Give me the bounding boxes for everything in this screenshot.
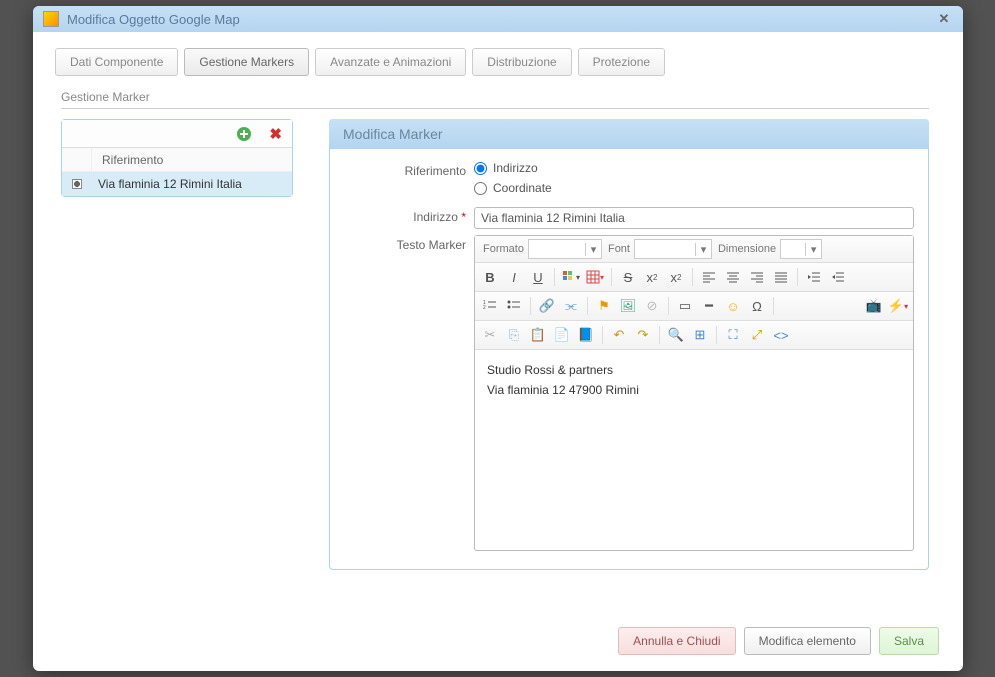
flash-icon[interactable]: ⚡▾ <box>887 295 909 317</box>
content-row: ✖ Riferimento Via flaminia 12 Rimini Ita… <box>43 119 947 570</box>
dialog-scroll[interactable]: Dati Componente Gestione Markers Avanzat… <box>43 40 953 617</box>
selectall-icon[interactable]: ⊞ <box>689 324 711 346</box>
radio-coordinate-label: Coordinate <box>493 181 552 195</box>
bold-icon[interactable]: B <box>479 266 501 288</box>
section-divider <box>61 108 929 109</box>
label-riferimento: Riferimento <box>344 161 474 201</box>
block-icon[interactable]: ⊘ <box>641 295 663 317</box>
table-icon[interactable]: ▾ <box>584 266 606 288</box>
expand-icon[interactable]: ⤢ <box>746 324 768 346</box>
dialog-title: Modifica Oggetto Google Map <box>67 12 935 27</box>
marker-list-toolbar: ✖ <box>62 120 292 148</box>
cancel-button[interactable]: Annulla e Chiudi <box>618 627 735 655</box>
redo-icon[interactable]: ↷ <box>632 324 654 346</box>
subscript-icon[interactable]: x2 <box>641 266 663 288</box>
emoji-icon[interactable]: ☺ <box>722 295 744 317</box>
paste-icon[interactable]: 📋 <box>527 324 549 346</box>
delete-marker-icon[interactable]: ✖ <box>269 125 282 143</box>
modify-button[interactable]: Modifica elemento <box>744 627 871 655</box>
hr-icon[interactable]: ━ <box>698 295 720 317</box>
tab-distribuzione[interactable]: Distribuzione <box>472 48 571 76</box>
undo-icon[interactable]: ↶ <box>608 324 630 346</box>
editor-toolbar-row-2: B I U ▾ ▾ S x2 <box>475 263 913 292</box>
marker-form-panel: Modifica Marker Riferimento Indirizzo <box>329 119 929 570</box>
close-icon[interactable]: ✕ <box>935 10 953 28</box>
dimensione-select[interactable]: ▾ <box>780 239 822 259</box>
image-icon[interactable]: 🖼 <box>617 295 639 317</box>
editor-toolbar-row-1: Formato ▾ Font ▾ Dimensione ▾ <box>475 236 913 263</box>
fullscreen-icon[interactable]: ⛶ <box>722 324 744 346</box>
marker-list-header: Riferimento <box>62 148 292 172</box>
page-icon[interactable]: ▭ <box>674 295 696 317</box>
fieldset-legend: Modifica Marker <box>329 119 929 149</box>
label-testo-marker: Testo Marker <box>344 235 474 551</box>
video-icon[interactable]: 📺 <box>863 295 885 317</box>
ordered-list-icon[interactable]: 12 <box>479 295 501 317</box>
rich-text-editor: Formato ▾ Font ▾ Dimensione ▾ <box>474 235 914 551</box>
dialog-body: Dati Componente Gestione Markers Avanzat… <box>33 32 963 671</box>
marker-list-panel: ✖ Riferimento Via flaminia 12 Rimini Ita… <box>61 119 293 570</box>
editor-line: Via flaminia 12 47900 Rimini <box>487 380 901 400</box>
italic-icon[interactable]: I <box>503 266 525 288</box>
find-icon[interactable]: 🔍 <box>665 324 687 346</box>
paste-text-icon[interactable]: 📄 <box>551 324 573 346</box>
marker-row-icon <box>72 179 82 189</box>
dialog-button-bar: Annulla e Chiudi Modifica elemento Salva <box>43 617 953 663</box>
tab-gestione-markers[interactable]: Gestione Markers <box>184 48 309 76</box>
outdent-icon[interactable] <box>803 266 825 288</box>
marker-list: ✖ Riferimento Via flaminia 12 Rimini Ita… <box>61 119 293 197</box>
tab-avanzate-animazioni[interactable]: Avanzate e Animazioni <box>315 48 466 76</box>
formato-label: Formato <box>483 243 524 255</box>
font-label: Font <box>608 243 630 255</box>
strikethrough-icon[interactable]: S <box>617 266 639 288</box>
unordered-list-icon[interactable] <box>503 295 525 317</box>
underline-icon[interactable]: U <box>527 266 549 288</box>
tab-bar: Dati Componente Gestione Markers Avanzat… <box>43 40 947 76</box>
fieldset-title: Modifica Marker <box>343 126 443 142</box>
modifica-marker-fieldset: Modifica Marker Riferimento Indirizzo <box>329 119 929 570</box>
dimensione-label: Dimensione <box>718 243 776 255</box>
marker-list-header-label: Riferimento <box>92 153 163 167</box>
superscript-icon[interactable]: x2 <box>665 266 687 288</box>
text-color-icon[interactable]: ▾ <box>560 266 582 288</box>
editor-toolbar-row-3: 12 🔗 ⫘ ⚑ 🖼 ⊘ <box>475 292 913 321</box>
align-right-icon[interactable] <box>746 266 768 288</box>
flag-icon[interactable]: ⚑ <box>593 295 615 317</box>
list-item[interactable]: Via flaminia 12 Rimini Italia <box>62 172 292 196</box>
editor-line: Studio Rossi & partners <box>487 360 901 380</box>
align-center-icon[interactable] <box>722 266 744 288</box>
label-indirizzo: Indirizzo * <box>344 207 474 229</box>
tab-dati-componente[interactable]: Dati Componente <box>55 48 178 76</box>
svg-text:2: 2 <box>483 305 486 311</box>
indirizzo-input[interactable] <box>474 207 914 229</box>
align-left-icon[interactable] <box>698 266 720 288</box>
cut-icon[interactable]: ✂ <box>479 324 501 346</box>
tab-protezione[interactable]: Protezione <box>578 48 665 76</box>
omega-icon[interactable]: Ω <box>746 295 768 317</box>
indent-icon[interactable] <box>827 266 849 288</box>
section-title: Gestione Marker <box>61 90 947 104</box>
save-button[interactable]: Salva <box>879 627 939 655</box>
editor-content[interactable]: Studio Rossi & partners Via flaminia 12 … <box>475 350 913 550</box>
formato-select[interactable]: ▾ <box>528 239 602 259</box>
dialog-titlebar: Modifica Oggetto Google Map ✕ <box>33 6 963 32</box>
radio-coordinate[interactable] <box>474 182 487 195</box>
radio-indirizzo[interactable] <box>474 162 487 175</box>
align-justify-icon[interactable] <box>770 266 792 288</box>
unlink-icon[interactable]: ⫘ <box>560 295 582 317</box>
add-marker-icon[interactable] <box>237 127 251 141</box>
dialog-modifica-oggetto: Modifica Oggetto Google Map ✕ Dati Compo… <box>33 6 963 671</box>
marker-row-label: Via flaminia 12 Rimini Italia <box>92 177 242 191</box>
radio-indirizzo-label: Indirizzo <box>493 161 538 175</box>
paste-word-icon[interactable]: 📘 <box>575 324 597 346</box>
app-icon <box>43 11 59 27</box>
link-icon[interactable]: 🔗 <box>536 295 558 317</box>
editor-toolbar-row-4: ✂ ⎘ 📋 📄 📘 ↶ ↷ <box>475 321 913 350</box>
font-select[interactable]: ▾ <box>634 239 712 259</box>
code-icon[interactable]: <> <box>770 324 792 346</box>
copy-icon[interactable]: ⎘ <box>503 324 525 346</box>
